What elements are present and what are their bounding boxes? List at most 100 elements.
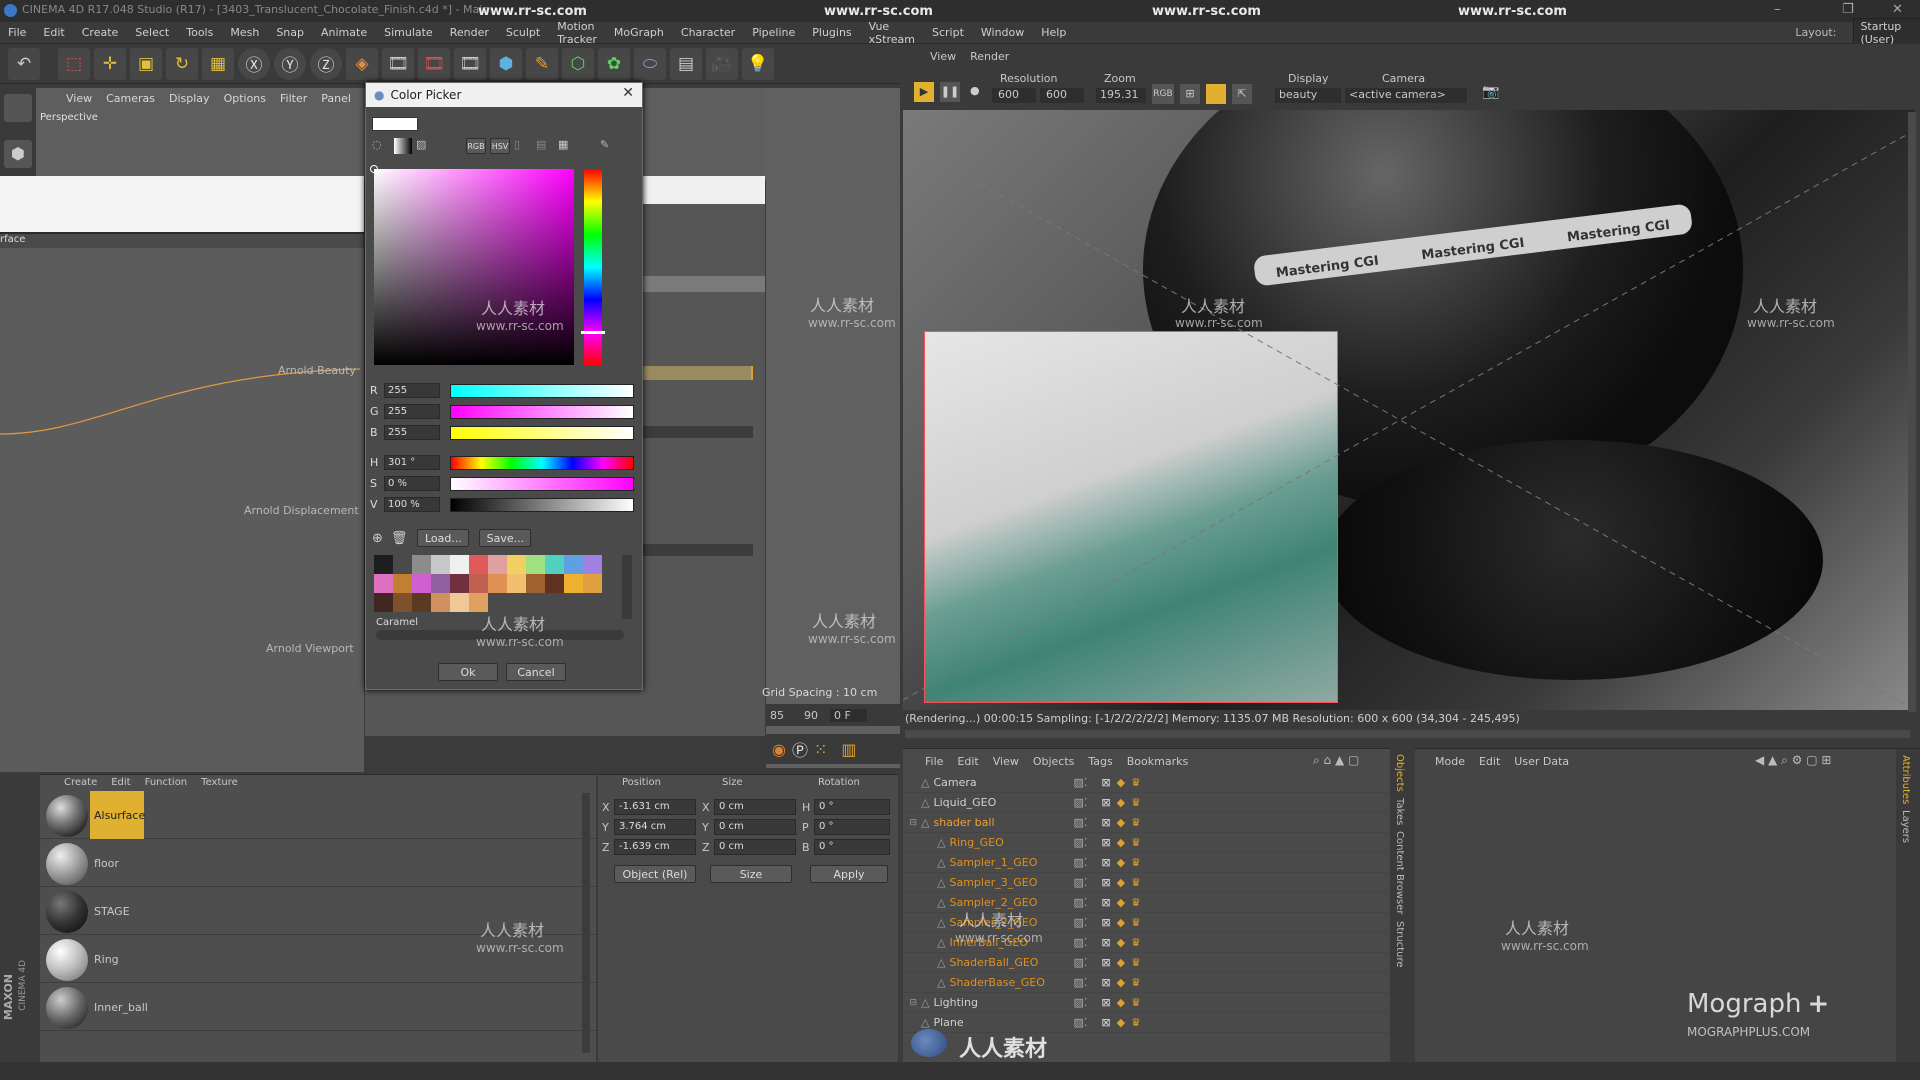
position-field[interactable]: 3.764 cm xyxy=(614,819,696,835)
viewport-menu-cameras[interactable]: Cameras xyxy=(106,92,155,105)
menu-sculpt[interactable]: Sculpt xyxy=(506,26,540,39)
object-name[interactable]: Sampler_1_GEO xyxy=(949,856,1073,869)
tag-icon[interactable]: ◆ xyxy=(1117,956,1125,969)
tab-takes[interactable]: Takes xyxy=(1394,798,1405,825)
color-swatch[interactable] xyxy=(469,593,488,612)
minimize-icon[interactable]: – xyxy=(1774,2,1781,17)
tag-icon[interactable]: ◆ xyxy=(1117,916,1125,929)
tag-icon[interactable]: ⊠ xyxy=(1101,876,1110,889)
green-slider[interactable] xyxy=(450,404,634,419)
port-arnold-beauty[interactable]: Arnold Beauty xyxy=(278,364,356,377)
viewport-menu-panel[interactable]: Panel xyxy=(321,92,351,105)
color-swatch[interactable] xyxy=(393,574,412,593)
object-name[interactable]: shader ball xyxy=(933,816,1073,829)
tag-icon[interactable]: ♛ xyxy=(1131,996,1141,1009)
resolution-height-field[interactable]: 600 xyxy=(1040,88,1084,103)
expand-icon[interactable]: ⊟ xyxy=(903,818,917,828)
tag-icon[interactable]: ◆ xyxy=(1117,796,1125,809)
scale-icon[interactable]: ▣ xyxy=(130,47,162,80)
material-menu-function[interactable]: Function xyxy=(145,777,188,788)
tab-content-browser[interactable]: Content Browser xyxy=(1394,831,1405,914)
color-swatch[interactable] xyxy=(564,574,583,593)
camera-dropdown[interactable]: <active camera> xyxy=(1345,88,1467,103)
timeline-window-icon[interactable]: ▥ xyxy=(841,740,856,759)
material-item[interactable]: Alsurface xyxy=(40,791,596,839)
zoom-field[interactable]: 195.31 xyxy=(1096,88,1146,103)
color-swatch[interactable] xyxy=(431,593,450,612)
green-field[interactable]: 255 xyxy=(384,404,440,419)
object-search-icons[interactable]: ⌕ ⌂ ▲ ▢ xyxy=(1313,753,1359,768)
tag-icon[interactable]: ⊠ xyxy=(1101,836,1110,849)
menu-create[interactable]: Create xyxy=(82,26,119,39)
color-swatch[interactable] xyxy=(412,555,431,574)
material-item[interactable]: floor xyxy=(40,839,596,887)
color-swatch[interactable] xyxy=(412,593,431,612)
object-row[interactable]: △ Camera ▨⁚ ⊠ ◆ ♛ xyxy=(903,773,1390,793)
color-swatch[interactable] xyxy=(469,555,488,574)
visibility-icon[interactable]: ▨⁚ xyxy=(1073,836,1087,849)
menu-tools[interactable]: Tools xyxy=(186,26,213,39)
value-field[interactable]: 100 % xyxy=(384,497,440,512)
hue-slider[interactable] xyxy=(450,455,634,470)
visibility-icon[interactable]: ▨⁚ xyxy=(1073,956,1087,969)
object-name[interactable]: Sampler_3_GEO xyxy=(949,876,1073,889)
tag-icon[interactable]: ◆ xyxy=(1117,776,1125,789)
trash-icon[interactable]: 🗑 xyxy=(391,531,408,546)
current-frame-field[interactable]: 0 F xyxy=(830,708,867,722)
tab-attributes[interactable]: Attributes xyxy=(1900,755,1911,804)
color-swatch[interactable] xyxy=(526,555,545,574)
tag-icon[interactable]: ◆ xyxy=(1117,976,1125,989)
menu-vue-xstream[interactable]: Vue xStream xyxy=(869,20,915,46)
tab-structure[interactable]: Structure xyxy=(1394,921,1405,968)
visibility-icon[interactable]: ▨⁚ xyxy=(1073,896,1087,909)
tag-icon[interactable]: ⊠ xyxy=(1101,916,1110,929)
spectrum-icon[interactable] xyxy=(394,138,412,154)
visibility-icon[interactable]: ▨⁚ xyxy=(1073,976,1087,989)
tag-icon[interactable]: ◆ xyxy=(1117,836,1125,849)
menu-edit[interactable]: Edit xyxy=(43,26,64,39)
object-name[interactable]: Lighting xyxy=(933,996,1073,1009)
image-picker-icon[interactable]: ▨ xyxy=(416,138,434,154)
perspective-viewport-right[interactable] xyxy=(766,88,900,768)
color-swatch[interactable] xyxy=(488,555,507,574)
object-menu-file[interactable]: File xyxy=(925,755,943,768)
color-swatch[interactable] xyxy=(450,593,469,612)
object-row[interactable]: △ ShaderBall_GEO ▨⁚ ⊠ ◆ ♛ xyxy=(903,953,1390,973)
apply-button[interactable]: Apply xyxy=(810,865,888,883)
menu-plugins[interactable]: Plugins xyxy=(812,26,851,39)
color-swatch[interactable] xyxy=(374,593,393,612)
tag-icon[interactable]: ◆ xyxy=(1117,996,1125,1009)
hsv-mode-button[interactable]: HSV xyxy=(490,138,510,154)
color-swatch[interactable] xyxy=(583,574,602,593)
attribute-menu-mode[interactable]: Mode xyxy=(1435,755,1465,768)
snapshot-region-icon[interactable]: ⇱ xyxy=(1232,84,1252,104)
swatches-icon[interactable]: ▦ xyxy=(558,138,576,154)
color-swatch[interactable] xyxy=(412,574,431,593)
tag-icon[interactable]: ◆ xyxy=(1117,856,1125,869)
hue-bar[interactable] xyxy=(584,169,602,365)
tag-icon[interactable]: ♛ xyxy=(1131,836,1141,849)
tag-icon[interactable]: ⊠ xyxy=(1101,776,1110,789)
color-swatch[interactable] xyxy=(393,555,412,574)
color-swatch[interactable] xyxy=(545,574,564,593)
record-icon[interactable]: ◉ xyxy=(772,740,786,759)
cancel-button[interactable]: Cancel xyxy=(506,663,566,681)
region-icon[interactable] xyxy=(1206,84,1226,104)
tag-icon[interactable]: ⊠ xyxy=(1101,1016,1110,1029)
saturation-field[interactable]: 0 % xyxy=(384,476,440,491)
color-swatch[interactable] xyxy=(488,574,507,593)
color-swatch[interactable] xyxy=(545,555,564,574)
rgb-toggle[interactable]: RGB xyxy=(1152,84,1174,104)
object-name[interactable]: ShaderBall_GEO xyxy=(949,956,1073,969)
object-row[interactable]: △ ShaderBase_GEO ▨⁚ ⊠ ◆ ♛ xyxy=(903,973,1390,993)
snapshot-camera-icon[interactable]: 📷 xyxy=(1482,84,1499,100)
cloner-icon[interactable]: ✿ xyxy=(598,47,630,80)
rotate-icon[interactable]: ↻ xyxy=(166,47,198,80)
visibility-icon[interactable]: ▨⁚ xyxy=(1073,996,1087,1009)
visibility-icon[interactable]: ▨⁚ xyxy=(1073,856,1087,869)
menu-select[interactable]: Select xyxy=(135,26,169,39)
visibility-icon[interactable]: ▨⁚ xyxy=(1073,1016,1087,1029)
tag-icon[interactable]: ♛ xyxy=(1131,856,1141,869)
display-dropdown[interactable]: beauty xyxy=(1275,88,1341,103)
color-swatch[interactable] xyxy=(564,555,583,574)
